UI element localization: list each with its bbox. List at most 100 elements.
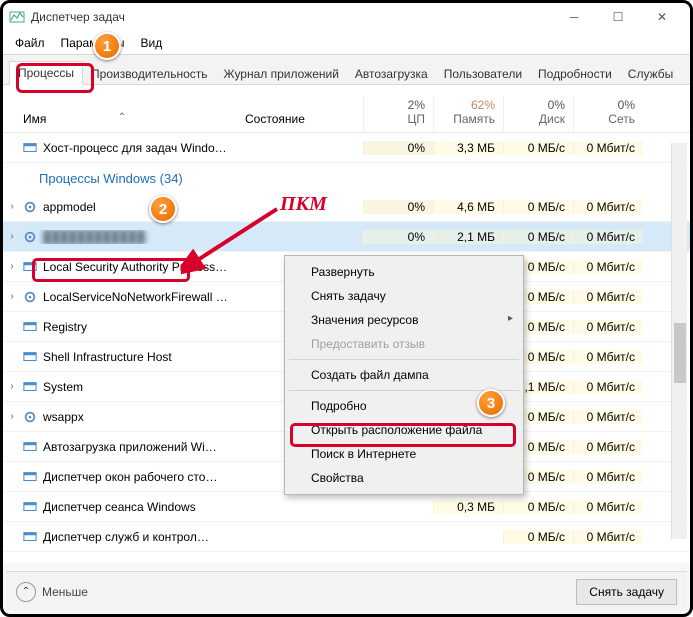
memory-cell: 3,3 МБ xyxy=(433,141,503,155)
net-cell: 0 Мбит/с xyxy=(573,260,643,274)
tab-users[interactable]: Пользователи xyxy=(436,63,530,85)
net-cell: 0 Мбит/с xyxy=(573,320,643,334)
process-name: LocalServiceNoNetworkFirewall … xyxy=(39,290,241,304)
ctx-expand[interactable]: Развернуть xyxy=(287,260,521,284)
process-row[interactable]: Диспетчер служб и контрол… 0 МБ/с0 Мбит/с xyxy=(3,522,690,552)
end-task-button[interactable]: Снять задачу xyxy=(576,579,677,605)
net-cell: 0 Мбит/с xyxy=(573,470,643,484)
gear-icon xyxy=(21,410,39,424)
net-cell: 0 Мбит/с xyxy=(573,200,643,214)
gear-icon xyxy=(21,230,39,244)
expand-toggle[interactable]: › xyxy=(3,201,21,212)
scrollbar[interactable] xyxy=(671,143,687,539)
disk-cell: 0 МБ/с xyxy=(503,141,573,155)
group-header-windows-processes: Процессы Windows (34) xyxy=(3,163,690,192)
window-title: Диспетчер задач xyxy=(31,10,552,24)
ctx-feedback: Предоставить отзыв xyxy=(287,332,521,356)
cpu-cell: 0% xyxy=(363,200,433,214)
minimize-button[interactable]: ─ xyxy=(552,3,596,31)
ctx-resource-values[interactable]: Значения ресурсов▸ xyxy=(287,308,521,332)
disk-cell: 0 МБ/с xyxy=(503,230,573,244)
monitor-icon xyxy=(21,350,39,364)
cpu-cell: 0% xyxy=(363,141,433,155)
app-icon xyxy=(9,9,25,25)
col-net[interactable]: 0%Сеть xyxy=(573,96,643,132)
disk-cell: 0 МБ/с xyxy=(503,530,573,544)
process-name: Диспетчер служб и контрол… xyxy=(39,530,241,544)
memory-cell: 0,3 МБ xyxy=(433,500,503,514)
net-cell: 0 Мбит/с xyxy=(573,530,643,544)
expand-toggle[interactable]: › xyxy=(3,411,21,422)
chevron-right-icon: ▸ xyxy=(508,313,513,324)
process-row[interactable]: Диспетчер сеанса Windows0,3 МБ0 МБ/с0 Мб… xyxy=(3,492,690,522)
col-state[interactable]: Состояние xyxy=(241,108,363,132)
net-cell: 0 Мбит/с xyxy=(573,230,643,244)
net-cell: 0 Мбит/с xyxy=(573,350,643,364)
monitor-icon xyxy=(21,260,39,274)
menu-view[interactable]: Вид xyxy=(134,34,168,52)
memory-cell: 4,6 МБ xyxy=(433,200,503,214)
separator xyxy=(289,390,519,391)
monitor-icon xyxy=(21,380,39,394)
ctx-details[interactable]: Подробно xyxy=(287,394,521,418)
expand-toggle[interactable]: › xyxy=(3,261,21,272)
process-row[interactable]: › appmodel 0%4,6 МБ0 МБ/с0 Мбит/с xyxy=(3,192,690,222)
menu-file[interactable]: Файл xyxy=(9,34,51,52)
ctx-search-online[interactable]: Поиск в Интернете xyxy=(287,442,521,466)
monitor-icon xyxy=(21,320,39,334)
monitor-icon xyxy=(21,530,39,544)
tab-processes[interactable]: Процессы xyxy=(9,61,83,85)
process-name: Local Security Authority Process… xyxy=(39,260,241,274)
expand-toggle[interactable]: › xyxy=(3,231,21,242)
col-disk[interactable]: 0%Диск xyxy=(503,96,573,132)
ctx-end-task[interactable]: Снять задачу xyxy=(287,284,521,308)
monitor-icon xyxy=(21,440,39,454)
col-name[interactable]: ⌃Имя xyxy=(3,108,241,132)
fewer-details-button[interactable]: ⌃ Меньше xyxy=(16,582,88,602)
ctx-open-location[interactable]: Открыть расположение файла xyxy=(287,418,521,442)
menubar-real: Файл Параметры Вид xyxy=(3,31,690,55)
ctx-properties[interactable]: Свойства xyxy=(287,466,521,490)
titlebar: Диспетчер задач ─ ☐ ✕ xyxy=(3,3,690,31)
chevron-up-icon: ⌃ xyxy=(16,582,36,602)
disk-cell: 0 МБ/с xyxy=(503,200,573,214)
process-row[interactable]: ›████████████0%2,1 МБ0 МБ/с0 Мбит/с xyxy=(3,222,690,252)
process-name: Shell Infrastructure Host xyxy=(39,350,241,364)
menu-params[interactable]: Параметры xyxy=(55,34,131,52)
fewer-details-label: Меньше xyxy=(42,585,88,599)
maximize-button[interactable]: ☐ xyxy=(596,3,640,31)
expand-toggle[interactable]: › xyxy=(3,291,21,302)
close-button[interactable]: ✕ xyxy=(640,3,684,31)
net-cell: 0 Мбит/с xyxy=(573,410,643,424)
monitor-icon xyxy=(21,141,39,155)
net-cell: 0 Мбит/с xyxy=(573,141,643,155)
monitor-icon xyxy=(21,470,39,484)
tab-details[interactable]: Подробности xyxy=(530,63,620,85)
gear-icon xyxy=(21,290,39,304)
ctx-create-dump[interactable]: Создать файл дампа xyxy=(287,363,521,387)
process-name: wsappx xyxy=(39,410,241,424)
process-row[interactable]: Хост-процесс для задач Windo…0%3,3 МБ0 М… xyxy=(3,133,690,163)
process-name: Автозагрузка приложений Wi… xyxy=(39,440,241,454)
process-name: Registry xyxy=(39,320,241,334)
process-name: ████████████ xyxy=(39,230,241,244)
col-memory[interactable]: 62%Память xyxy=(433,96,503,132)
expand-toggle[interactable]: › xyxy=(3,381,21,392)
context-menu: Развернуть Снять задачу Значения ресурсо… xyxy=(284,255,524,495)
tab-performance[interactable]: Производительность xyxy=(83,63,215,85)
scrollbar-thumb[interactable] xyxy=(674,323,686,383)
footer: ⌃ Меньше Снять задачу xyxy=(6,571,687,611)
disk-cell: 0 МБ/с xyxy=(503,500,573,514)
process-name: Диспетчер окон рабочего сто… xyxy=(39,470,241,484)
tab-startup[interactable]: Автозагрузка xyxy=(347,63,436,85)
col-cpu[interactable]: 2%ЦП xyxy=(363,96,433,132)
tab-services[interactable]: Службы xyxy=(620,63,681,85)
process-name: appmodel xyxy=(39,200,241,214)
cpu-cell: 0% xyxy=(363,230,433,244)
separator xyxy=(289,359,519,360)
net-cell: 0 Мбит/с xyxy=(573,500,643,514)
sort-chevron-icon: ⌃ xyxy=(118,112,126,123)
net-cell: 0 Мбит/с xyxy=(573,290,643,304)
tab-app-history[interactable]: Журнал приложений xyxy=(216,63,347,85)
process-name: Хост-процесс для задач Windo… xyxy=(39,141,241,155)
